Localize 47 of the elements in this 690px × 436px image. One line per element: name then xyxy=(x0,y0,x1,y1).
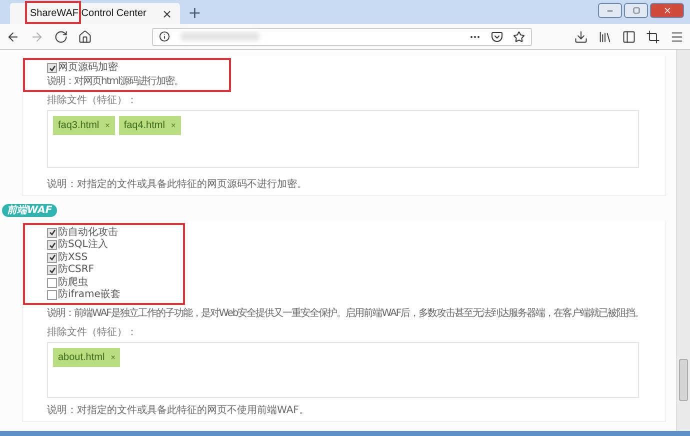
tab-title: ShareWAF Control Center xyxy=(30,8,148,19)
pocket-icon[interactable] xyxy=(491,30,503,42)
checkbox-option[interactable]: 防CSRF xyxy=(47,264,94,276)
checkbox[interactable] xyxy=(47,228,57,238)
close-icon[interactable]: × xyxy=(162,6,172,20)
back-icon[interactable] xyxy=(6,30,20,44)
checkbox[interactable] xyxy=(47,278,57,288)
new-tab-button[interactable]: + xyxy=(188,3,202,24)
library-icon[interactable] xyxy=(598,30,612,44)
checkbox-option[interactable]: 网页源码加密 xyxy=(47,62,118,74)
checkbox-option[interactable]: 防SQL注入 xyxy=(47,239,108,252)
checkbox-option[interactable]: 防爬虫 xyxy=(47,276,88,289)
tag-input-field[interactable]: about.html × xyxy=(47,342,639,398)
menu[interactable] xyxy=(670,30,684,44)
close-icon xyxy=(662,6,672,15)
description-text: 说明：对指定的文件或具备此特征的网页不使用前端WAF。 xyxy=(47,404,310,416)
crop-icon[interactable] xyxy=(646,30,660,44)
exclude-label: 排除文件（特征）： xyxy=(47,94,138,106)
file-tag: about.html × xyxy=(53,348,120,366)
scrollbar-thumb[interactable] xyxy=(679,359,688,401)
checkbox-option[interactable]: 防iframe嵌套 xyxy=(47,289,120,302)
info-icon[interactable] xyxy=(159,31,170,42)
checkbox[interactable] xyxy=(47,265,57,276)
description-text: 说明：对指定的文件或具备此特征的网页源码不进行加密。 xyxy=(47,178,308,190)
file-tag: faq4.html × xyxy=(118,116,181,134)
checkbox[interactable] xyxy=(47,252,57,263)
sidebar-icon[interactable] xyxy=(622,30,636,44)
file-tag: faq3.html × xyxy=(53,116,115,134)
checkbox[interactable] xyxy=(47,290,57,300)
download-icon[interactable] xyxy=(574,30,588,44)
description-text: 说明：前端WAF是独立工作的子功能，是对Web安全提供又一重安全保护。启用前端WAF后，多数攻击甚至无法到达服务器端，在客户端就已被阻挡。 xyxy=(47,306,645,320)
description-text: 说明：对网页html源码进行加密。 xyxy=(47,74,184,88)
reload-icon[interactable] xyxy=(54,30,68,44)
section-badge: 前端WAF xyxy=(2,204,58,216)
checkbox[interactable] xyxy=(47,63,57,74)
address-field[interactable] xyxy=(152,28,532,46)
close-button[interactable] xyxy=(650,3,684,18)
checkbox-option[interactable]: 防自动化攻击 xyxy=(47,226,118,239)
checkbox-option[interactable]: 防XSS xyxy=(47,252,88,264)
minimize-button[interactable] xyxy=(598,3,622,18)
star-icon[interactable] xyxy=(513,30,525,42)
checkbox[interactable] xyxy=(47,240,57,250)
maximize-icon xyxy=(632,7,640,14)
browser-tab[interactable]: ShareWAF Control Center × xyxy=(10,3,180,24)
exclude-label: 排除文件（特征）： xyxy=(47,326,138,338)
home-icon[interactable] xyxy=(78,30,92,44)
maximize-button[interactable] xyxy=(624,3,648,18)
